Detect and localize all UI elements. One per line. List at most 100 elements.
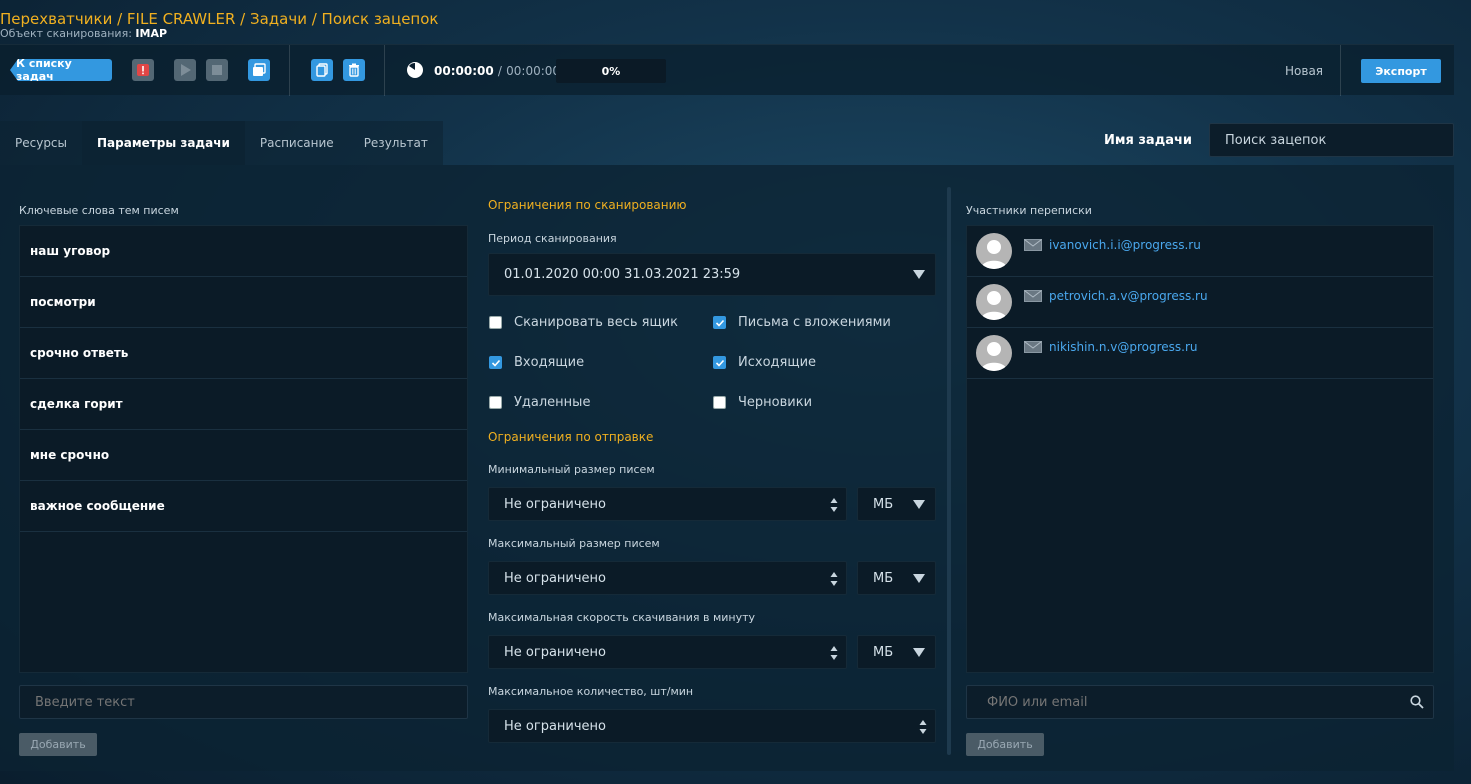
checkbox-unchecked-icon <box>489 316 502 329</box>
copy-button[interactable] <box>311 59 333 81</box>
max-speed-label: Максимальная скорость скачивания в минут… <box>488 611 756 624</box>
scan-object-value: IMAP <box>135 27 168 40</box>
archive-icon <box>253 63 266 76</box>
checkmark-icon <box>489 356 502 369</box>
max-size-unit: МБ <box>873 570 894 586</box>
checkbox-label: Исходящие <box>738 355 817 370</box>
scrollbar[interactable] <box>947 187 951 755</box>
list-item[interactable]: срочно ответь <box>20 328 467 379</box>
time-total: 00:00:00 <box>506 64 561 78</box>
task-name-label: Имя задачи <box>1104 133 1193 148</box>
max-speed-unit: МБ <box>873 644 894 660</box>
checkbox-drafts[interactable]: Черновики <box>713 395 812 410</box>
list-item[interactable]: посмотри <box>20 277 467 328</box>
checkbox-incoming[interactable]: Входящие <box>489 355 584 370</box>
breadcrumb: Перехватчики / FILE CRAWLER / Задачи / П… <box>0 10 439 28</box>
tab-resources[interactable]: Ресурсы <box>0 121 83 165</box>
spinner-icon <box>919 720 927 734</box>
list-item[interactable]: наш уговор <box>20 226 467 277</box>
checkbox-scan-whole-box[interactable]: Сканировать весь ящик <box>489 315 678 330</box>
export-button[interactable]: Экспорт <box>1361 59 1441 83</box>
checkbox-with-attachments[interactable]: Письма с вложениями <box>713 315 891 330</box>
min-size-label: Минимальный размер писем <box>488 463 655 476</box>
avatar <box>976 284 1012 320</box>
chevron-down-icon <box>913 648 925 657</box>
toolbar-divider <box>289 45 290 96</box>
send-limits-title: Ограничения по отправке <box>488 430 654 444</box>
checkbox-label: Сканировать весь ящик <box>514 315 679 330</box>
scan-object-subtitle: Объект сканирования: IMAP <box>0 27 167 40</box>
participant-email[interactable]: nikishin.n.v@progress.ru <box>1049 340 1198 354</box>
checkbox-unchecked-icon <box>713 396 726 409</box>
max-size-input[interactable]: Не ограничено <box>488 561 847 595</box>
min-size-unit-select[interactable]: МБ <box>857 487 936 521</box>
max-size-label: Максимальный размер писем <box>488 537 660 550</box>
checkbox-deleted[interactable]: Удаленные <box>489 395 590 410</box>
checkbox-label: Письма с вложениями <box>738 315 891 330</box>
keyword-input[interactable] <box>19 685 468 719</box>
participant-email[interactable]: ivanovich.i.i@progress.ru <box>1049 238 1201 252</box>
chevron-down-icon <box>913 500 925 509</box>
toolbar-divider <box>384 45 385 96</box>
scan-period-value: 01.01.2020 00:00 31.03.2021 23:59 <box>504 267 741 282</box>
checkbox-label: Черновики <box>738 395 813 410</box>
progress-bar: 0% <box>556 59 666 83</box>
list-item[interactable]: petrovich.a.v@progress.ru <box>967 277 1433 328</box>
timer: 00:00:00 / 00:00:00 <box>434 64 560 78</box>
error-icon <box>137 64 149 76</box>
tab-result[interactable]: Результат <box>348 121 443 165</box>
status-badge: Новая <box>1285 64 1324 78</box>
archive-button[interactable] <box>248 59 270 81</box>
spinner-icon <box>830 572 838 586</box>
keywords-label: Ключевые слова тем писем <box>19 204 179 217</box>
clock-icon <box>407 62 423 78</box>
list-item[interactable]: важное сообщение <box>20 481 467 532</box>
list-item[interactable]: nikishin.n.v@progress.ru <box>967 328 1433 379</box>
max-count-input[interactable]: Не ограничено <box>488 709 936 743</box>
spinner-icon <box>830 646 838 660</box>
participant-search <box>966 685 1434 719</box>
participants-label: Участники переписки <box>966 204 1092 217</box>
toolbar-divider <box>1340 45 1341 96</box>
tab-bar: Ресурсы Параметры задачи Расписание Резу… <box>0 121 443 165</box>
participant-email[interactable]: petrovich.a.v@progress.ru <box>1049 289 1208 303</box>
checkbox-outgoing[interactable]: Исходящие <box>713 355 816 370</box>
checkmark-icon <box>713 316 726 329</box>
chevron-down-icon <box>913 270 925 279</box>
checkbox-label: Удаленные <box>514 395 591 410</box>
error-button[interactable] <box>132 59 154 81</box>
min-size-input[interactable]: Не ограничено <box>488 487 847 521</box>
mail-icon <box>1024 239 1042 251</box>
max-size-unit-select[interactable]: МБ <box>857 561 936 595</box>
max-size-value: Не ограничено <box>504 570 606 586</box>
play-button[interactable] <box>174 59 196 81</box>
mail-icon <box>1024 341 1042 353</box>
max-speed-input[interactable]: Не ограничено <box>488 635 847 669</box>
add-participant-button[interactable]: Добавить <box>966 733 1044 756</box>
tab-schedule[interactable]: Расписание <box>244 121 349 165</box>
scan-period-label: Период сканирования <box>488 232 617 245</box>
checkmark-icon <box>713 356 726 369</box>
participants-list: ivanovich.i.i@progress.ru petrovich.a.v@… <box>966 225 1434 673</box>
list-item[interactable]: сделка горит <box>20 379 467 430</box>
scan-period-select[interactable]: 01.01.2020 00:00 31.03.2021 23:59 <box>488 253 936 296</box>
min-size-value: Не ограничено <box>504 496 606 512</box>
search-icon[interactable] <box>1410 695 1424 709</box>
time-separator: / <box>497 64 502 78</box>
max-speed-unit-select[interactable]: МБ <box>857 635 936 669</box>
add-keyword-button[interactable]: Добавить <box>19 733 97 756</box>
tab-task-params[interactable]: Параметры задачи <box>82 121 245 165</box>
max-speed-value: Не ограничено <box>504 644 606 660</box>
avatar <box>976 233 1012 269</box>
back-to-tasks-button[interactable]: К списку задач <box>10 59 112 81</box>
copy-icon <box>316 63 328 77</box>
max-count-value: Не ограничено <box>504 718 606 734</box>
list-item[interactable]: мне срочно <box>20 430 467 481</box>
stop-button[interactable] <box>206 59 228 81</box>
trash-icon <box>349 63 359 77</box>
participant-search-input[interactable] <box>966 685 1434 719</box>
list-item[interactable]: ivanovich.i.i@progress.ru <box>967 226 1433 277</box>
task-name-input[interactable] <box>1209 123 1454 157</box>
toolbar: К списку задач 00:00:00 / 00:00:00 0% Но… <box>0 44 1454 96</box>
delete-button[interactable] <box>343 59 365 81</box>
